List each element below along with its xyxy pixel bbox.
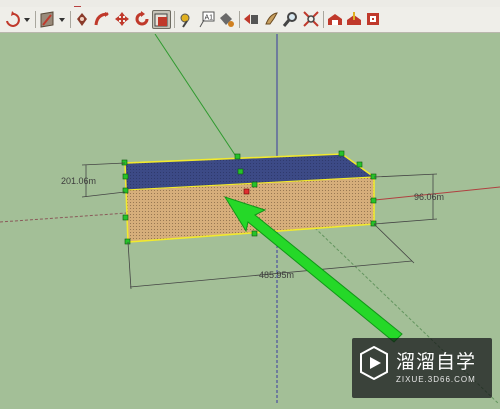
red-axis-dashed	[0, 212, 128, 223]
width-dimension-label: 485.95m	[259, 270, 295, 280]
toolbar-separator	[239, 11, 240, 28]
tape-measure-icon	[180, 13, 190, 28]
chevron-down-icon	[59, 18, 65, 22]
extension-icon	[367, 13, 379, 25]
get-models-button[interactable]	[326, 10, 345, 29]
main-toolbar: A1	[0, 7, 500, 33]
play-logo-icon	[360, 346, 388, 380]
depth-dimension-label: 201.06m	[61, 176, 97, 186]
share-icon	[347, 12, 361, 25]
section-dropdown-button[interactable]	[57, 10, 67, 29]
height-dimension-label: 96.06m	[414, 192, 445, 202]
follow-me-button[interactable]	[93, 10, 112, 29]
toolbar-separator	[70, 11, 71, 28]
walk-tool-button[interactable]	[262, 10, 281, 29]
add-location-button[interactable]	[73, 10, 92, 29]
rotate-tool-button[interactable]	[133, 10, 152, 29]
zoom-tool-button[interactable]	[282, 10, 301, 29]
toolbar-separator	[323, 11, 324, 28]
scale-icon	[154, 13, 168, 27]
center-grip[interactable]	[243, 188, 250, 195]
component-browser-button[interactable]	[242, 10, 261, 29]
zoom-icon	[282, 12, 297, 27]
toolbar-separator	[174, 11, 175, 28]
text-tool-button[interactable]: A1	[197, 10, 216, 29]
chevron-down-icon	[24, 18, 30, 22]
share-model-button[interactable]	[345, 10, 364, 29]
paint-bucket-icon	[220, 13, 234, 27]
text-icon: A1	[199, 11, 215, 28]
follow-me-icon	[94, 12, 109, 26]
section-plane-icon	[40, 11, 54, 28]
style-dropdown-button[interactable]	[22, 10, 32, 29]
toolbar-separator	[35, 11, 36, 28]
svg-text:A1: A1	[205, 15, 214, 22]
scale-tool-button[interactable]	[152, 10, 171, 29]
zoom-extents-button[interactable]	[302, 10, 321, 29]
watermark-badge: 溜溜自学 ZIXUE.3D66.COM	[352, 338, 492, 398]
tape-measure-button[interactable]	[177, 10, 196, 29]
location-pin-icon	[77, 13, 87, 26]
move-icon	[115, 12, 129, 26]
walk-icon	[265, 12, 278, 25]
zoom-extents-icon	[303, 11, 319, 27]
watermark-brand: 溜溜自学	[396, 351, 477, 373]
rotate-icon	[135, 11, 149, 26]
watermark-url: ZIXUE.3D66.COM	[396, 375, 476, 384]
move-tool-button[interactable]	[113, 10, 132, 29]
green-axis	[154, 33, 246, 171]
paint-bucket-button[interactable]	[217, 10, 236, 29]
orbit-icon	[6, 11, 20, 27]
section-plane-button[interactable]	[38, 10, 57, 29]
orbit-tool-button[interactable]	[3, 10, 22, 29]
component-icon	[244, 14, 258, 24]
extension-warehouse-button[interactable]	[364, 10, 383, 29]
warehouse-icon	[328, 14, 342, 25]
